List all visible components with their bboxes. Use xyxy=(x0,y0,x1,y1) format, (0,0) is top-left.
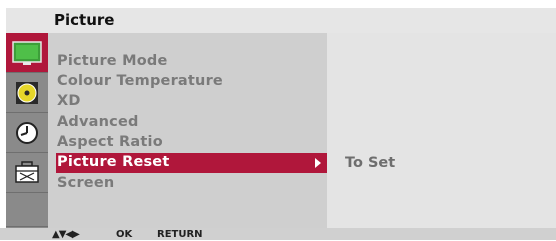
clock-icon xyxy=(16,121,38,144)
menu-item-label: Screen xyxy=(57,175,115,191)
sidebar-empty-slot xyxy=(6,193,48,227)
return-hint: RETURN xyxy=(157,229,203,240)
menu-item-picture-mode[interactable]: Picture Mode xyxy=(48,52,327,72)
submenu-panel: To Set xyxy=(327,33,556,228)
menu-title: Picture xyxy=(54,11,115,29)
submenu-option-to-set[interactable]: To Set xyxy=(345,155,395,171)
category-sidebar xyxy=(6,33,48,228)
menu-item-screen[interactable]: Screen xyxy=(48,174,327,194)
menu-item-colour-temperature[interactable]: Colour Temperature xyxy=(48,72,327,92)
menu-item-xd[interactable]: XD xyxy=(48,92,327,112)
sidebar-item-picture[interactable] xyxy=(6,33,48,73)
sidebar-item-option[interactable] xyxy=(6,153,48,193)
menu-item-label: Picture Reset xyxy=(57,154,170,170)
nav-arrows-icon: ▲▼◀▶ xyxy=(52,229,80,240)
menu-item-label: Colour Temperature xyxy=(57,73,223,89)
menu-item-label: Aspect Ratio xyxy=(57,134,163,150)
option-toolbox-icon xyxy=(15,160,39,183)
ok-hint: OK xyxy=(116,229,133,240)
sidebar-item-time[interactable] xyxy=(6,113,48,153)
footer-hints: ▲▼◀▶ OK RETURN xyxy=(0,228,556,240)
menu-item-picture-reset[interactable]: Picture Reset xyxy=(56,153,327,173)
menu-item-aspect-ratio[interactable]: Aspect Ratio xyxy=(48,133,327,153)
menu-item-advanced[interactable]: Advanced xyxy=(48,113,327,133)
menu-item-label: XD xyxy=(57,93,81,109)
menu-panel: Picture Mode Colour Temperature XD Advan… xyxy=(48,33,327,228)
chevron-right-icon xyxy=(315,158,321,168)
menu-item-label: Picture Mode xyxy=(57,53,168,69)
menu-item-label: Advanced xyxy=(57,114,139,130)
title-bar: Picture xyxy=(6,8,556,33)
sidebar-item-audio[interactable] xyxy=(6,73,48,113)
audio-disc-icon xyxy=(16,81,38,104)
picture-icon xyxy=(12,40,42,65)
